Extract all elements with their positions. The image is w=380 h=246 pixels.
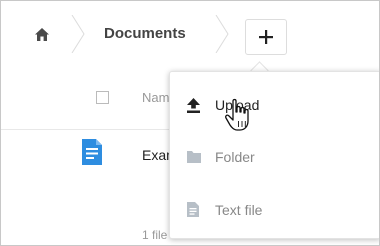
files-app: Documents Name Example 1 file Upload xyxy=(0,0,380,246)
breadcrumb-current[interactable]: Documents xyxy=(104,25,186,42)
breadcrumb-separator xyxy=(71,15,85,53)
select-all-checkbox[interactable] xyxy=(96,91,109,104)
upload-icon xyxy=(187,98,200,113)
file-count-summary: 1 file xyxy=(142,228,168,242)
breadcrumb-separator xyxy=(215,15,229,53)
menu-item-label: Text file xyxy=(215,202,263,218)
plus-icon xyxy=(259,30,273,44)
menu-item-upload[interactable]: Upload xyxy=(170,86,379,126)
menu-item-folder[interactable]: Folder xyxy=(170,138,379,178)
new-button[interactable] xyxy=(245,19,287,55)
new-item-menu: Upload Folder Text file xyxy=(169,71,379,239)
hand-cursor-icon xyxy=(225,98,249,131)
breadcrumb: Documents xyxy=(1,1,379,64)
folder-icon xyxy=(187,151,201,163)
menu-item-label: Folder xyxy=(215,149,255,165)
document-icon xyxy=(82,139,102,165)
home-icon[interactable] xyxy=(35,28,49,41)
text-file-icon xyxy=(187,202,199,217)
menu-item-text-file[interactable]: Text file xyxy=(170,191,379,231)
